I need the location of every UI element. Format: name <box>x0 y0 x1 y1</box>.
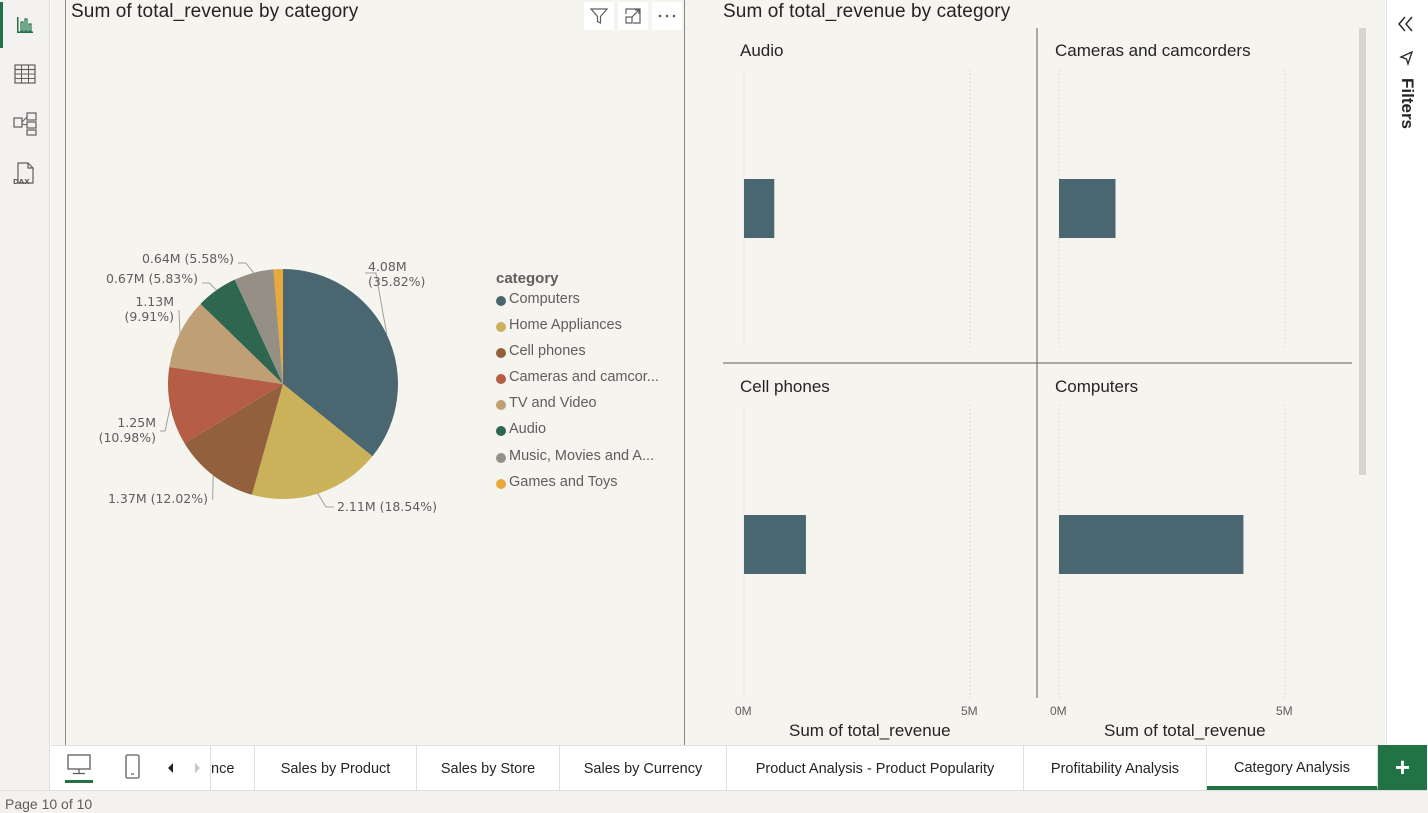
legend-marker <box>496 452 506 463</box>
legend-item[interactable]: Audio <box>496 421 659 447</box>
report-view-button[interactable] <box>0 2 50 48</box>
visual-title: Sum of total_revenue by category <box>71 1 359 22</box>
legend-label: Home Appliances <box>509 317 622 334</box>
legend-label: Games and Toys <box>509 473 618 490</box>
legend-label: Audio <box>509 421 547 438</box>
facet-title: Cell phones <box>740 377 830 396</box>
legend-marker <box>496 374 506 385</box>
svg-text:DAX: DAX <box>13 178 30 186</box>
legend-marker <box>496 296 506 306</box>
double-chevron-left-icon <box>1398 16 1413 32</box>
tab-label: Sales by Store <box>440 760 536 777</box>
caret-left-icon <box>168 763 173 773</box>
x-axis-title: Sum of total_revenue <box>1104 721 1266 740</box>
legend-marker <box>496 400 506 411</box>
legend-label: TV and Video <box>509 395 597 412</box>
status-bar: Page 10 of 10 <box>0 790 1428 813</box>
legend-item[interactable]: Home Appliances <box>496 317 659 343</box>
view-rail: DAX <box>0 0 50 790</box>
scroll-tabs-right-button[interactable] <box>191 760 203 781</box>
tab-label: nce <box>211 760 235 777</box>
filters-label[interactable]: Filters <box>1397 78 1417 129</box>
legend-item[interactable]: Computers <box>496 291 659 317</box>
page-indicator: Page 10 of 10 <box>5 796 93 812</box>
page-tab-bar: nce Sales by Product Sales by Store Sale… <box>51 745 1428 791</box>
visual-scrollbar[interactable] <box>1359 28 1366 475</box>
desktop-layout-button[interactable] <box>65 753 93 783</box>
filter-icon <box>1399 50 1414 67</box>
tab-label: Sales by Product <box>280 760 391 777</box>
plus-icon: + <box>1394 752 1411 782</box>
power-bi-desktop: DAX Sum of total_revenue by category 4.0… <box>0 0 1428 813</box>
caret-right-icon <box>195 763 200 773</box>
more-options-button[interactable] <box>652 2 682 30</box>
legend-marker <box>496 426 506 437</box>
page-tab[interactable]: Product Analysis - Product Popularity <box>727 746 1024 791</box>
legend-marker <box>496 478 506 489</box>
filter-funnel <box>1398 50 1416 73</box>
legend-title: category <box>496 270 559 287</box>
mobile-layout-button[interactable] <box>121 753 143 786</box>
visual-header-icons <box>584 2 682 30</box>
facet-title: Audio <box>740 41 784 60</box>
tab-label: Profitability Analysis <box>1050 760 1180 777</box>
x-axis-tick: 5M <box>961 704 978 718</box>
tab-label: Sales by Currency <box>583 760 703 777</box>
tab-label: Product Analysis - Product Popularity <box>755 760 995 777</box>
page-tab[interactable]: Sales by Currency <box>560 746 727 791</box>
page-tab[interactable]: Profitability Analysis <box>1024 746 1207 791</box>
page-tab[interactable]: Sales by Store <box>417 746 560 791</box>
page-tab-active[interactable]: Category Analysis <box>1207 746 1378 791</box>
legend-item[interactable]: Music, Movies and A... <box>496 448 659 474</box>
dax-query-view-button[interactable]: DAX <box>0 151 50 197</box>
table-view-button[interactable] <box>0 51 50 97</box>
bar-chart-icon <box>17 17 33 33</box>
legend-marker <box>496 348 506 359</box>
legend-label: Cameras and camcor... <box>509 369 659 386</box>
table-icon <box>14 64 36 84</box>
x-axis-title: Sum of total_revenue <box>789 721 951 740</box>
model-icon <box>13 112 37 136</box>
focus-mode-icon <box>625 8 641 24</box>
small-multiples-bar-visual[interactable] <box>685 0 1385 746</box>
focus-mode-button[interactable] <box>618 2 648 30</box>
visual-title: Sum of total_revenue by category <box>723 1 1011 22</box>
x-axis-tick: 5M <box>1276 704 1293 718</box>
legend-item[interactable]: TV and Video <box>496 395 659 421</box>
facet-title: Computers <box>1055 377 1139 396</box>
x-axis-tick: 0M <box>735 704 752 718</box>
legend-label: Music, Movies and A... <box>509 447 655 464</box>
monitor-icon <box>67 754 91 775</box>
legend-item[interactable]: Cameras and camcor... <box>496 369 659 395</box>
filter-button[interactable] <box>584 2 614 30</box>
dax-query-icon: DAX <box>13 162 34 186</box>
facet-title: Cameras and camcorders <box>1055 41 1251 60</box>
more-options-icon <box>658 14 676 18</box>
phone-icon <box>125 754 140 779</box>
legend-label: Cell phones <box>509 343 586 360</box>
add-page-button[interactable]: + <box>1378 745 1427 790</box>
filter-icon <box>589 8 609 24</box>
expand-filters-button[interactable] <box>1396 14 1416 39</box>
legend-marker <box>496 322 506 333</box>
legend-item[interactable]: Games and Toys <box>496 474 659 500</box>
model-view-button[interactable] <box>0 101 50 147</box>
x-axis-tick: 0M <box>1050 704 1067 718</box>
legend-item[interactable]: Cell phones <box>496 343 659 369</box>
scroll-tabs-left-button[interactable] <box>165 760 177 781</box>
tab-label: Category Analysis <box>1233 760 1351 776</box>
page-tab[interactable]: Sales by Product <box>255 746 417 791</box>
pie-legend: category Computers Home Appliances Cell … <box>496 270 659 500</box>
legend-label: Computers <box>509 291 580 307</box>
page-tab[interactable]: nce <box>210 746 255 791</box>
